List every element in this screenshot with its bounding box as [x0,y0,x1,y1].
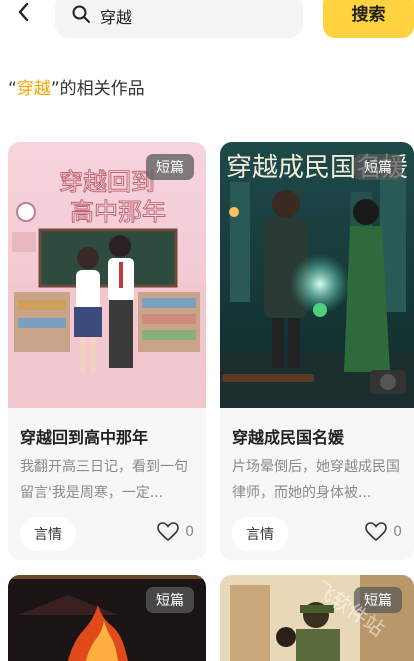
genre-tag: 言情 [20,517,76,551]
genre-tag: 言情 [232,517,288,551]
top-bar: 穿越 搜索 [0,0,414,44]
book-card[interactable]: 短篇 [8,575,206,661]
like-count: 0 [393,524,402,540]
book-cover[interactable]: 穿越成民国名媛 短篇 [220,142,414,408]
book-cover[interactable]: 短篇 [8,575,206,661]
short-story-tag: 短篇 [354,587,402,613]
heart-icon[interactable] [157,522,179,542]
search-query[interactable]: 穿越 [100,4,132,28]
heart-icon[interactable] [365,522,387,542]
svg-text:穿越回到: 穿越回到 [59,168,155,196]
like-count: 0 [185,524,194,540]
book-cover[interactable]: 短篇 [220,575,414,661]
book-cover[interactable]: 穿越回到 高中那年 短篇 [8,142,206,408]
search-icon [72,5,90,23]
like-counter[interactable]: 0 [157,522,194,542]
short-story-tag: 短篇 [146,587,194,613]
back-arrow-icon[interactable] [12,0,36,24]
book-card[interactable]: 穿越成民国名媛 短篇 穿越成民国名媛 片场晕倒后，她穿越成民国律师，而她的身体被… [220,142,414,560]
results-heading: “穿越”的相关作品 [8,79,145,99]
book-card[interactable]: 短篇 [220,575,414,661]
book-title[interactable]: 穿越回到高中那年 [20,424,148,448]
search-input[interactable]: 穿越 [55,0,303,38]
book-description: 片场晕倒后，她穿越成民国律师，而她的身体被... [232,459,400,501]
book-description: 我翻开高三日记，看到一句留言'我是周寒，一定... [20,459,188,501]
short-story-tag: 短篇 [146,154,194,180]
book-title[interactable]: 穿越成民国名媛 [232,424,344,448]
search-button[interactable]: 搜索 [323,0,414,38]
like-counter[interactable]: 0 [365,522,402,542]
short-story-tag: 短篇 [354,154,402,180]
results-keyword: 穿越 [16,79,51,99]
svg-text:高中那年: 高中那年 [70,198,166,226]
book-card[interactable]: 穿越回到 高中那年 短篇 穿越回到高中那年 我翻开高三日记，看到一句留言'我是周… [8,142,206,560]
